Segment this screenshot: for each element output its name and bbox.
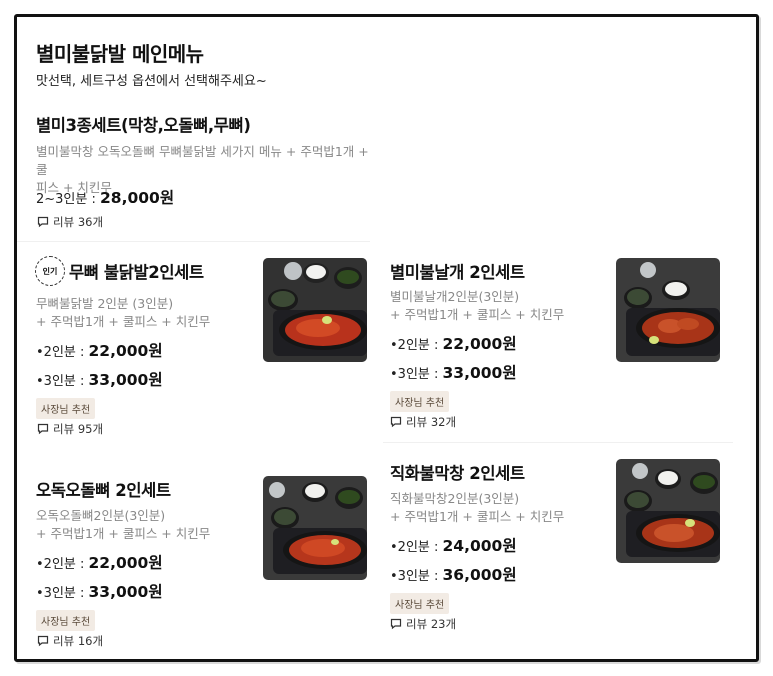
menu-item-wings[interactable]: 별미불날개 2인세트 [390, 259, 525, 283]
price-row: •3인분 : 33,000원 [36, 371, 163, 389]
speech-bubble-icon [390, 618, 402, 630]
menu-item-name: 별미불날개 2인세트 [390, 263, 525, 282]
divider [17, 241, 370, 242]
price-row: 2~3인분 : 28,000원 [36, 189, 175, 207]
review-count[interactable]: 리뷰 23개 [390, 616, 456, 632]
owner-recommend-badge: 사장님 추천 [390, 593, 450, 614]
owner-recommend-badge: 사장님 추천 [36, 398, 96, 419]
review-count[interactable]: 리뷰 16개 [37, 633, 103, 649]
speech-bubble-icon [37, 635, 49, 647]
price-value: 22,000원 [88, 342, 163, 360]
price-value: 28,000원 [100, 189, 175, 207]
speech-bubble-icon [37, 423, 49, 435]
price-value: 22,000원 [88, 554, 163, 572]
price-row: •3인분 : 36,000원 [390, 566, 517, 584]
menu-item-name: 오독오돌뼈 2인세트 [36, 481, 171, 500]
review-count[interactable]: 리뷰 95개 [37, 421, 103, 437]
price-row: •2인분 : 22,000원 [36, 554, 163, 572]
price-value: 33,000원 [88, 583, 163, 601]
menu-item-name: 별미3종세트(막창,오돌뼈,무뼈) [36, 116, 251, 135]
menu-item-name: 무뼈 불닭발2인세트 [69, 263, 204, 282]
menu-item-boneless[interactable]: 인기 무뼈 불닭발2인세트 [35, 256, 204, 286]
popular-stamp-icon: 인기 [35, 256, 65, 286]
menu-item-photo[interactable] [263, 476, 367, 580]
price-row: •2인분 : 24,000원 [390, 537, 517, 555]
price-value: 24,000원 [442, 537, 517, 555]
page-subtitle: 맛선택, 세트구성 옵션에서 선택해주세요~ [36, 74, 267, 89]
price-value: 36,000원 [442, 566, 517, 584]
menu-item-description: 오독오돌뼈2인분(3인분) + 주먹밥1개 + 쿨피스 + 치킨무 [36, 508, 211, 541]
divider [383, 442, 733, 443]
menu-item-photo[interactable] [616, 459, 720, 563]
review-count[interactable]: 리뷰 36개 [37, 214, 103, 230]
review-count[interactable]: 리뷰 32개 [390, 414, 456, 430]
speech-bubble-icon [390, 416, 402, 428]
price-row: •3인분 : 33,000원 [36, 583, 163, 601]
menu-item-description: 별미불날개2인분(3인분) + 주먹밥1개 + 쿨피스 + 치킨무 [390, 289, 565, 322]
menu-item-description: 직화불막창2인분(3인분) + 주먹밥1개 + 쿨피스 + 치킨무 [390, 491, 565, 524]
menu-item-description: 무뼈불닭발 2인분 (3인분) + 주먹밥1개 + 쿨피스 + 치킨무 [36, 296, 211, 329]
price-row: •3인분 : 33,000원 [390, 364, 517, 382]
price-value: 22,000원 [442, 335, 517, 353]
owner-recommend-badge: 사장님 추천 [390, 391, 450, 412]
speech-bubble-icon [37, 216, 49, 228]
price-value: 33,000원 [442, 364, 517, 382]
menu-item-3-set[interactable]: 별미3종세트(막창,오돌뼈,무뼈) [36, 112, 376, 136]
price-row: •2인분 : 22,000원 [36, 342, 163, 360]
price-row: •2인분 : 22,000원 [390, 335, 517, 353]
menu-item-makchang[interactable]: 직화불막창 2인세트 [390, 460, 525, 484]
menu-item-name: 직화불막창 2인세트 [390, 464, 525, 483]
price-value: 33,000원 [88, 371, 163, 389]
page-title: 별미불닭발 메인메뉴 [36, 42, 204, 66]
menu-item-cartilage[interactable]: 오독오돌뼈 2인세트 [36, 477, 171, 501]
menu-item-photo[interactable] [616, 258, 720, 362]
owner-recommend-badge: 사장님 추천 [36, 610, 96, 631]
menu-item-photo[interactable] [263, 258, 367, 362]
